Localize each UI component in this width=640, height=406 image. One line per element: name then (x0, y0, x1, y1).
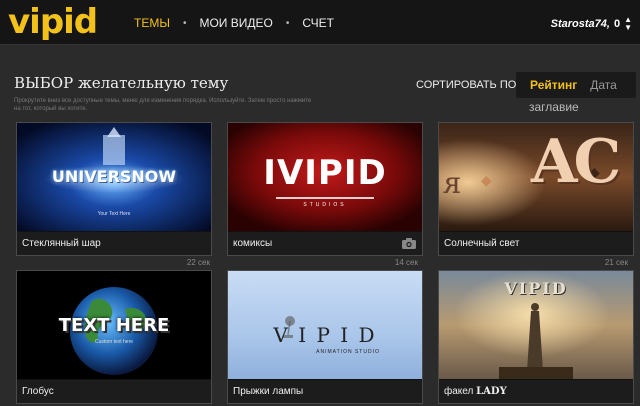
theme-card-torch-lady[interactable]: VIPID факел LADY (438, 270, 634, 404)
theme-name: факел LADY (444, 386, 507, 397)
theme-duration: 21 сек (604, 258, 628, 267)
top-bar: vipid ТЕМЫ • МОИ ВИДЕО • СЧЕТ Starosta74… (0, 0, 640, 45)
theme-card-sunlight[interactable]: ᴙ ◆ ◆ AC Солнечный свет (438, 122, 634, 256)
theme-duration: 22 сек (186, 258, 210, 267)
thumb-title: IVIPID (263, 153, 387, 193)
theme-thumbnail: VIPID (439, 271, 633, 379)
nav-my-videos[interactable]: МОИ ВИДЕО (199, 16, 272, 30)
user-name[interactable]: Starosta74, (551, 18, 610, 30)
camera-icon[interactable] (402, 238, 416, 249)
thumb-title: V I P I D (273, 323, 377, 347)
thumb-subtitle: STUDIOS (303, 202, 347, 208)
thumb-title: VIPID (504, 279, 568, 298)
sort-toggle: Рейтинг Дата (516, 72, 636, 98)
page-title: ВЫБОР желательную тему (14, 74, 229, 92)
card-caption: факел LADY (439, 379, 633, 403)
theme-name: Стеклянный шар (22, 238, 101, 249)
logo[interactable]: vipid (8, 2, 98, 42)
thumb-subtitle: Your Text Here (97, 211, 131, 217)
thumb-title: TEXT HERE (58, 315, 170, 336)
nav-account[interactable]: СЧЕТ (302, 16, 334, 30)
nav-themes[interactable]: ТЕМЫ (134, 16, 170, 30)
thumb-subtitle: Custom text here (94, 339, 134, 345)
sort-rating-option[interactable]: Рейтинг (530, 78, 577, 92)
card-caption: комиксы (228, 231, 422, 255)
theme-thumbnail: IVIPID STUDIOS (228, 123, 422, 231)
theme-duration: 14 сек (394, 258, 418, 267)
thumb-title: AC (531, 127, 621, 197)
theme-thumbnail: TEXT HERE Custom text here (17, 271, 211, 379)
page-subtitle: Прокрутите вниз все доступные темы, меню… (14, 98, 312, 112)
sort-label: СОРТИРОВАТЬ ПО: (416, 79, 520, 91)
sort-date-option[interactable]: Дата (590, 78, 617, 92)
theme-name-main: факел (444, 386, 474, 397)
svg-text:◆: ◆ (481, 173, 492, 189)
card-caption: Солнечный свет (439, 231, 633, 255)
svg-text:ᴙ: ᴙ (443, 166, 461, 201)
main-nav: ТЕМЫ • МОИ ВИДЕО • СЧЕТ (134, 16, 334, 30)
user-menu[interactable]: Starosta74, 0 ▲ ▼ (551, 16, 632, 32)
theme-name: Солнечный свет (444, 238, 520, 249)
theme-thumbnail: ᴙ ◆ ◆ AC (439, 123, 633, 231)
theme-name: Прыжки лампы (233, 386, 304, 397)
card-caption: Стеклянный шар (17, 231, 211, 255)
nav-separator: • (285, 17, 290, 29)
nav-separator: • (182, 17, 187, 29)
card-caption: Глобус (17, 379, 211, 403)
theme-card-lamp-jumps[interactable]: V I P I D ANIMATION STUDIO Прыжки лампы (227, 270, 423, 404)
theme-thumbnail: UNIVERSNOW Your Text Here (17, 123, 211, 231)
theme-card-glass-ball[interactable]: UNIVERSNOW Your Text Here Стеклянный шар (16, 122, 212, 256)
theme-card-globe[interactable]: TEXT HERE Custom text here Глобус (16, 270, 212, 404)
theme-card-comics[interactable]: IVIPID STUDIOS комиксы (227, 122, 423, 256)
card-caption: Прыжки лампы (228, 379, 422, 403)
dropdown-arrows-icon[interactable]: ▲ ▼ (624, 16, 632, 32)
theme-name: Глобус (22, 386, 54, 397)
theme-thumbnail: V I P I D ANIMATION STUDIO (228, 271, 422, 379)
thumb-subtitle: ANIMATION STUDIO (316, 349, 380, 355)
thumb-title: UNIVERSNOW (51, 167, 177, 186)
theme-name-suffix: LADY (476, 386, 507, 397)
theme-name: комиксы (233, 238, 273, 249)
user-balance: 0 (613, 18, 621, 30)
sort-title-option[interactable]: заглавие (529, 100, 579, 114)
